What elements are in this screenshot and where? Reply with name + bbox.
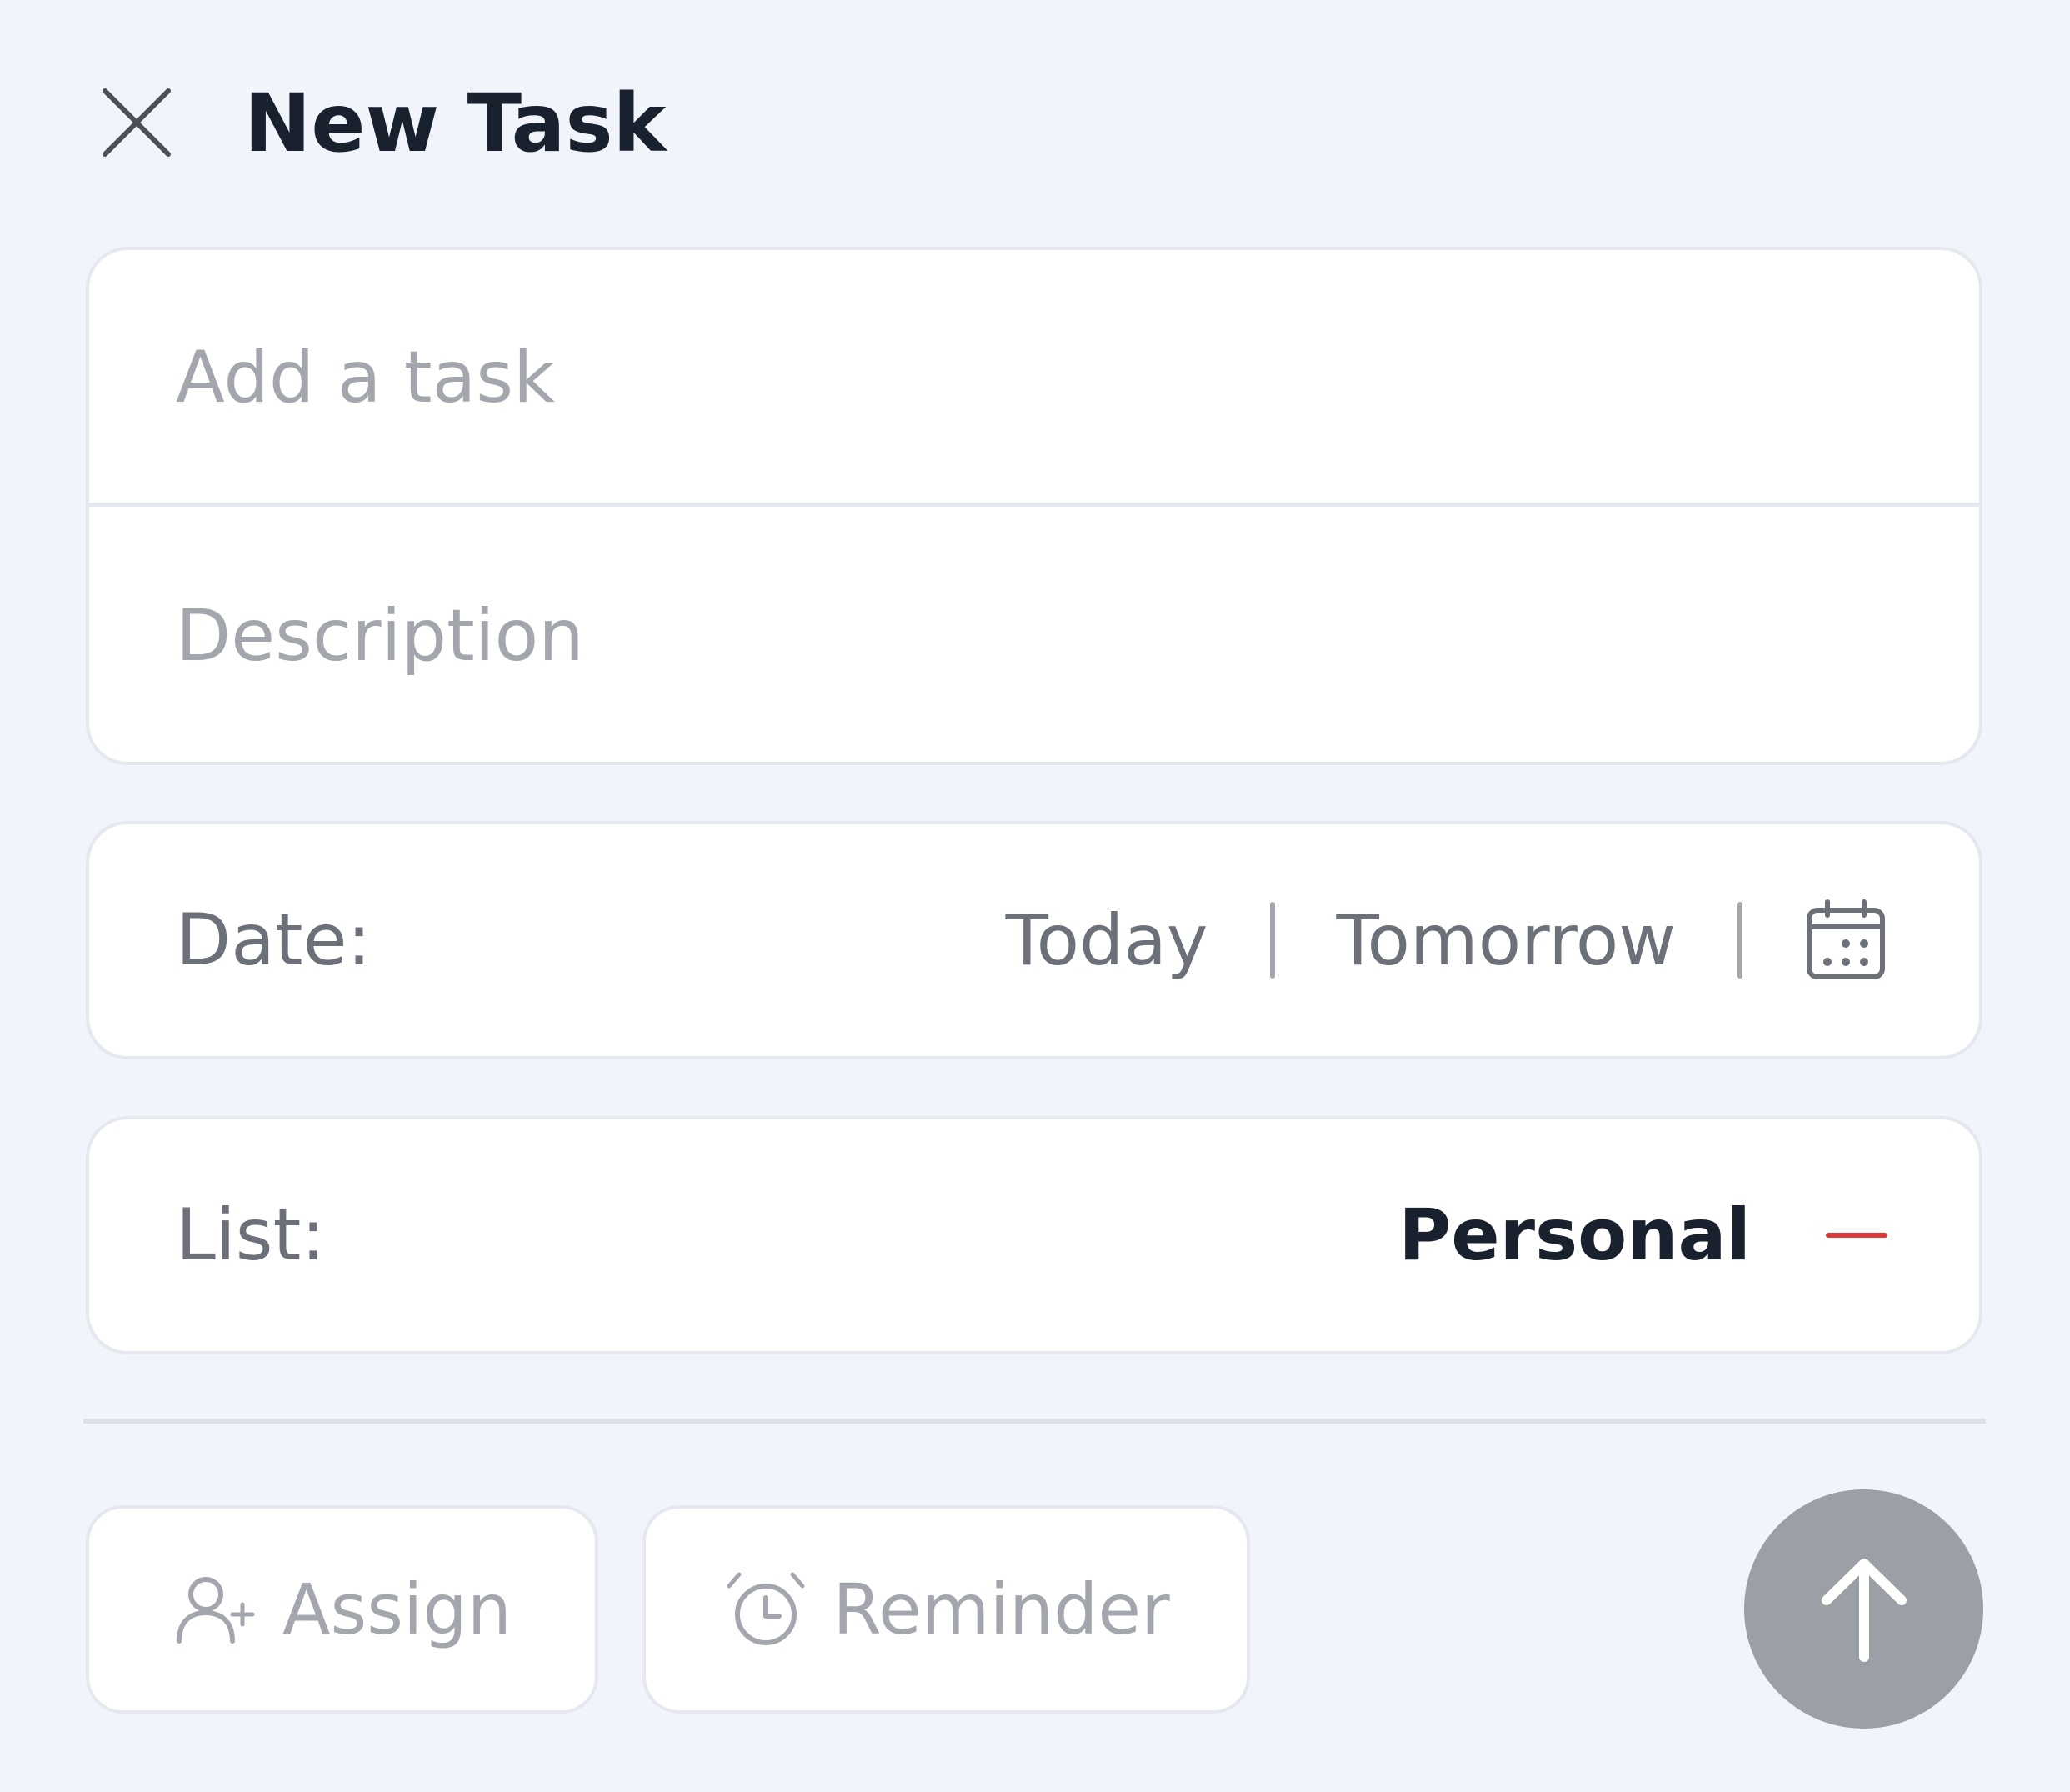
calendar-icon — [1807, 899, 1885, 979]
list-value: Personal — [1398, 1194, 1751, 1277]
reminder-label: Reminder — [832, 1569, 1170, 1650]
section-divider — [83, 1419, 1986, 1424]
submit-button[interactable] — [1744, 1489, 1983, 1729]
list-color-indicator — [1826, 1233, 1888, 1238]
close-button[interactable] — [93, 79, 180, 166]
description-input[interactable] — [89, 508, 1979, 763]
calendar-button[interactable] — [1804, 899, 1888, 982]
page-title: New Task — [244, 77, 667, 170]
date-option-today[interactable]: Today — [1006, 899, 1208, 981]
reminder-button[interactable]: Reminder — [642, 1505, 1250, 1714]
dialog-header: New Task — [0, 0, 2070, 250]
date-separator — [1738, 902, 1742, 979]
date-label: Date: — [176, 899, 372, 982]
date-option-tomorrow[interactable]: Tomorrow — [1337, 899, 1677, 981]
arrow-up-icon — [1821, 1558, 1907, 1662]
list-selector[interactable]: Personal — [1398, 1119, 1888, 1351]
date-row: Date: Today Tomorrow — [86, 821, 1982, 1059]
list-row[interactable]: List: Personal — [86, 1116, 1982, 1354]
field-divider — [89, 503, 1979, 507]
task-title-input[interactable] — [89, 250, 1979, 505]
assign-button[interactable]: Assign — [86, 1505, 598, 1714]
add-user-icon — [172, 1566, 259, 1653]
date-separator — [1269, 902, 1275, 979]
list-label: List: — [176, 1194, 326, 1277]
assign-label: Assign — [282, 1569, 512, 1650]
date-options: Today Tomorrow — [1006, 824, 1888, 1056]
close-icon — [102, 88, 171, 157]
alarm-clock-icon — [722, 1566, 809, 1653]
task-details-card — [86, 247, 1982, 765]
